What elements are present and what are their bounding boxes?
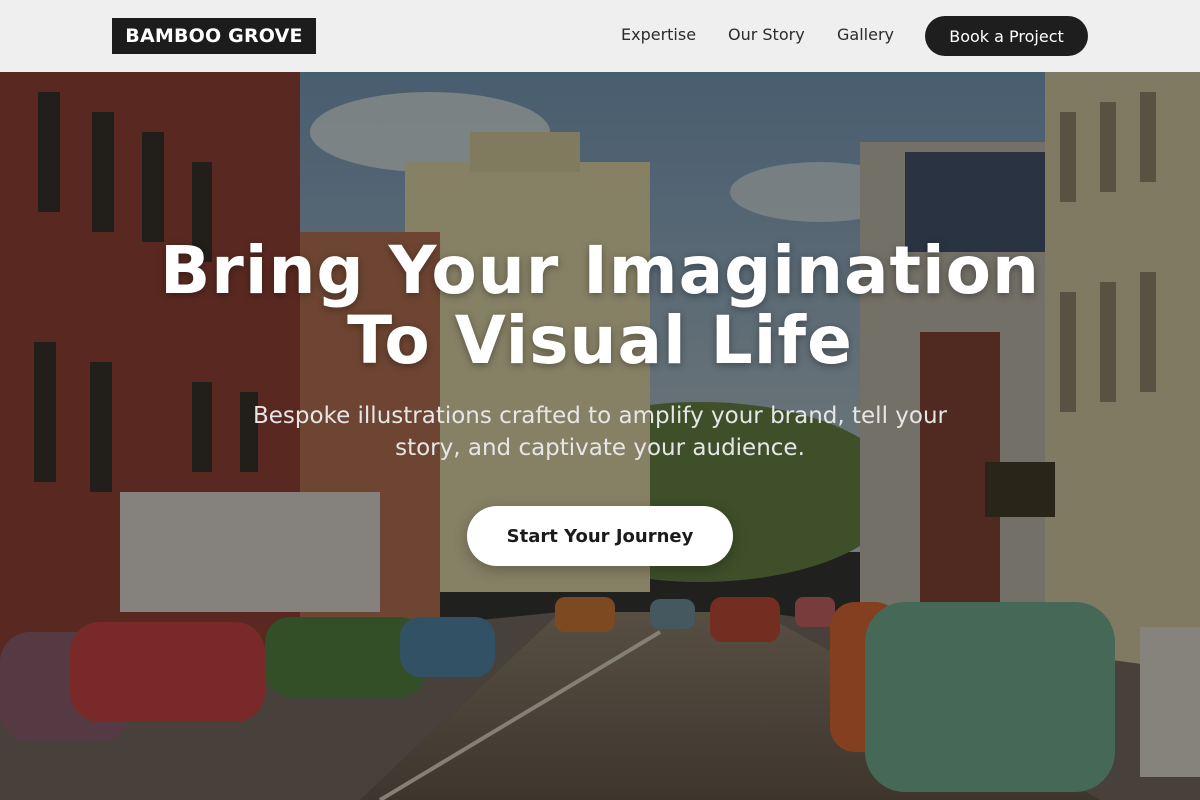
nav-link-gallery[interactable]: Gallery [837,25,894,44]
hero-title-line-1: Bring Your Imagination [159,232,1041,309]
start-journey-button[interactable]: Start Your Journey [467,506,733,566]
brand-logo[interactable]: BAMBOO GROVE [112,18,316,54]
hero-section: Bring Your Imagination To Visual Life Be… [0,72,1200,800]
book-project-button[interactable]: Book a Project [925,16,1088,56]
hero-title-line-2: To Visual Life [347,302,853,379]
site-header: BAMBOO GROVE Expertise Our Story Gallery… [0,0,1200,72]
nav-link-our-story[interactable]: Our Story [728,25,805,44]
nav-link-expertise[interactable]: Expertise [621,25,696,44]
hero-title: Bring Your Imagination To Visual Life [0,236,1200,376]
hero-subtitle: Bespoke illustrations crafted to amplify… [252,403,947,461]
